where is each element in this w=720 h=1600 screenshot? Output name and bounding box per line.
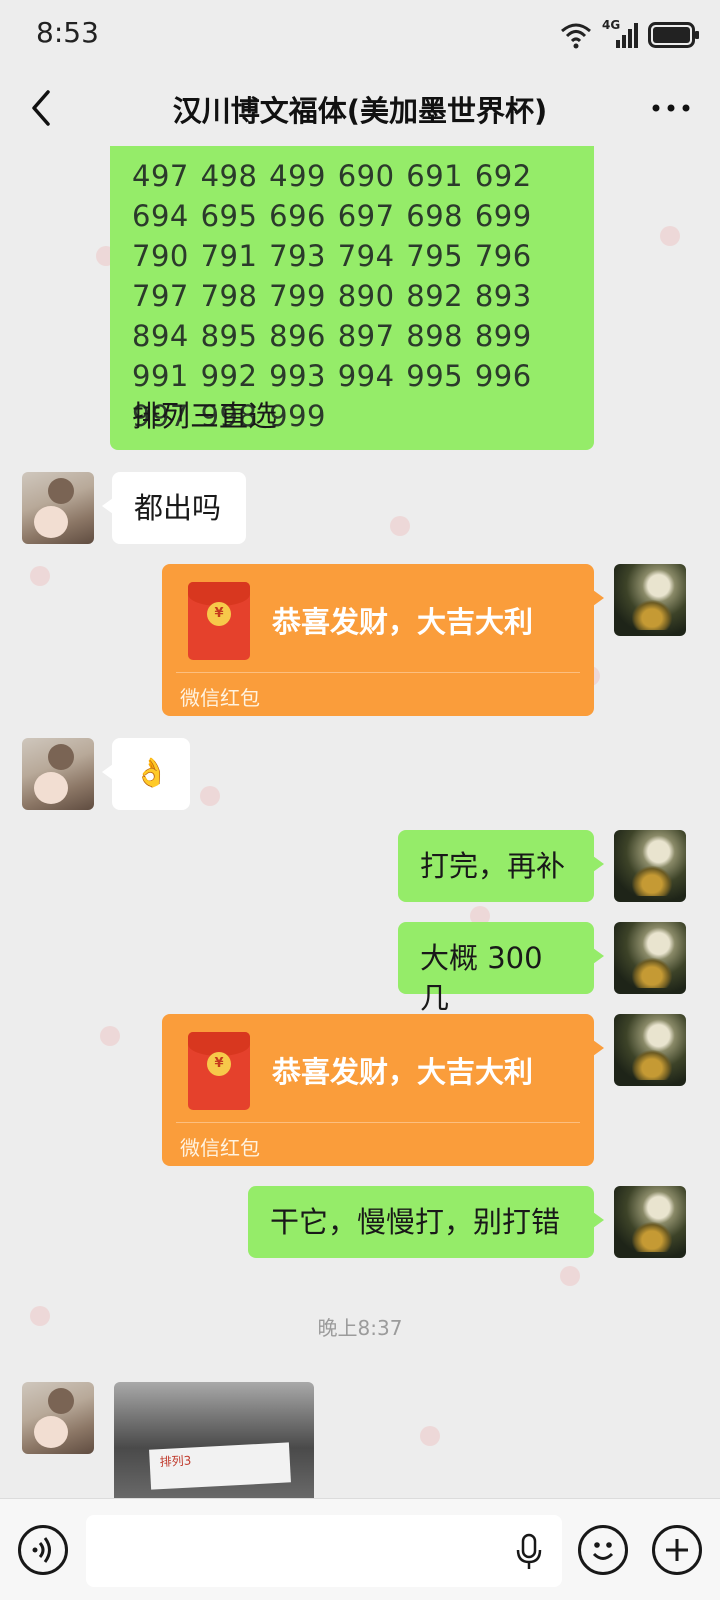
red-packet-title: 恭喜发财，大吉大利 [272,605,534,639]
emoji-ok-icon: 👌 [134,756,169,789]
avatar[interactable] [614,564,686,636]
red-packet-title: 恭喜发财，大吉大利 [272,1055,534,1089]
message-bubble[interactable]: 大概 300 几 [398,922,604,1015]
red-packet[interactable]: ¥ 恭喜发财，大吉大利 微信红包 [162,1014,604,1166]
message-bubble[interactable]: 干它，慢慢打，别打错 [248,1186,604,1258]
input-bar [0,1498,720,1600]
message-bubble[interactable]: 都出吗 [102,472,246,544]
message-text: 干它，慢慢打，别打错 [270,1205,561,1239]
status-bar: 8:53 4G [0,0,720,70]
message-bubble[interactable]: 👌 [102,738,190,810]
avatar[interactable] [22,738,94,810]
red-packet-icon: ¥ [188,582,250,660]
avatar[interactable] [614,1186,686,1258]
message-text: 大概 300 几 [420,941,543,1015]
red-packet-icon: ¥ [188,1032,250,1110]
more-options-button[interactable] [648,90,694,126]
avatar[interactable] [22,1382,94,1454]
message-bubble[interactable]: 打完，再补 [398,830,604,902]
emoji-icon [592,1542,614,1560]
more-dots-icon [652,104,690,112]
lottery-type-text: 排列三直选 [132,399,278,433]
red-packet-label: 微信红包 [180,686,260,710]
photo-content: 排列3 [149,1442,291,1490]
message-bubble[interactable]: 497 498 499 690 691 692 694 695 696 697 … [110,146,594,450]
message-text: 打完，再补 [420,849,566,883]
chat-title: 汉川博文福体(美加墨世界杯) [172,94,548,128]
battery-icon [648,22,699,48]
image-message[interactable]: 排列3 [114,1382,314,1498]
plus-button[interactable] [652,1525,702,1575]
avatar[interactable] [614,830,686,902]
message-input[interactable] [86,1515,562,1587]
plus-icon [666,1539,688,1561]
status-time: 8:53 [36,16,99,49]
photo-text: 排列3 [159,1453,192,1470]
avatar[interactable] [614,1014,686,1086]
cellular-signal-icon: 4G [602,18,638,50]
voice-toggle-button[interactable] [18,1525,68,1575]
red-packet[interactable]: ¥ 恭喜发财，大吉大利 微信红包 [162,564,604,716]
status-icons: 4G [560,18,700,52]
chat-header: 汉川博文福体(美加墨世界杯) [0,70,720,146]
message-list[interactable]: 497 498 499 690 691 692 694 695 696 697 … [0,146,720,1498]
red-packet-label: 微信红包 [180,1136,260,1160]
lottery-numbers-text: 497 498 499 690 691 692 694 695 696 697 … [132,159,532,433]
message-text: 都出吗 [134,491,222,525]
emoji-button[interactable] [578,1525,628,1575]
microphone-icon[interactable] [514,1533,544,1571]
voice-toggle-icon [32,1537,51,1563]
wifi-icon [561,23,591,49]
message-timestamp: 晚上8:37 [317,1316,403,1340]
avatar[interactable] [22,472,94,544]
avatar[interactable] [614,922,686,994]
